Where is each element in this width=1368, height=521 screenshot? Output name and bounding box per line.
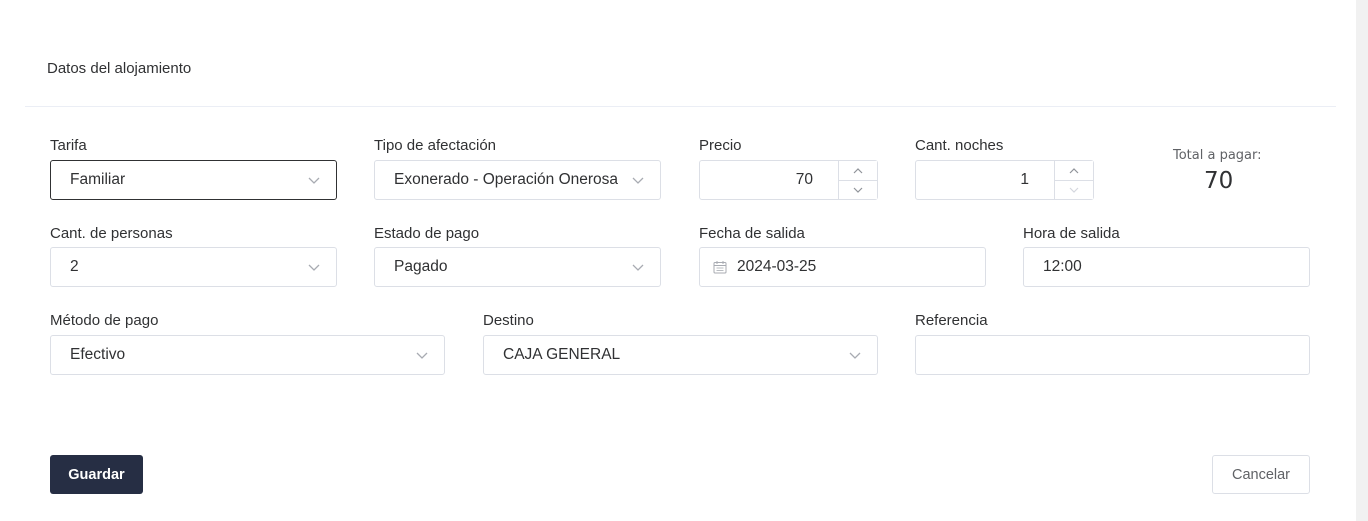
chevron-down-icon — [308, 264, 320, 271]
precio-label: Precio — [699, 137, 742, 154]
precio-value: 70 — [795, 171, 813, 188]
referencia-label: Referencia — [915, 312, 988, 329]
tarifa-value: Familiar — [70, 171, 126, 188]
precio-increase-button[interactable] — [839, 161, 877, 181]
cant-noches-label: Cant. noches — [915, 137, 1004, 154]
chevron-down-icon — [308, 177, 320, 184]
cant-noches-increase-button[interactable] — [1055, 161, 1093, 181]
tipo-afectacion-label: Tipo de afectación — [374, 137, 497, 154]
tarifa-label: Tarifa — [50, 137, 87, 154]
metodo-pago-select[interactable]: Efectivo — [50, 335, 445, 375]
cant-personas-select[interactable]: 2 — [50, 247, 337, 287]
precio-decrease-button[interactable] — [839, 180, 877, 199]
referencia-input[interactable] — [915, 335, 1310, 375]
estado-pago-value: Pagado — [394, 258, 448, 275]
fecha-salida-picker[interactable]: 2024-03-25 — [699, 247, 986, 287]
total-value: 70 — [1204, 168, 1234, 194]
estado-pago-select[interactable]: Pagado — [374, 247, 661, 287]
total-label: Total a pagar: — [1173, 148, 1262, 163]
chevron-up-icon — [853, 167, 863, 173]
metodo-pago-label: Método de pago — [50, 312, 159, 329]
scrollbar[interactable] — [1356, 0, 1368, 521]
chevron-up-icon — [1069, 167, 1079, 173]
hora-salida-input[interactable]: 12:00 — [1023, 247, 1310, 287]
cant-noches-stepper — [1054, 161, 1093, 199]
chevron-down-icon — [632, 264, 644, 271]
cancel-button[interactable]: Cancelar — [1212, 455, 1310, 494]
destino-value: CAJA GENERAL — [503, 346, 621, 363]
hora-salida-label: Hora de salida — [1023, 225, 1120, 242]
tarifa-select[interactable]: Familiar — [50, 160, 337, 200]
precio-stepper — [838, 161, 877, 199]
cant-noches-decrease-button[interactable] — [1055, 180, 1093, 199]
chevron-down-icon — [632, 177, 644, 184]
destino-select[interactable]: CAJA GENERAL — [483, 335, 878, 375]
fecha-salida-value: 2024-03-25 — [737, 258, 817, 275]
divider — [25, 106, 1336, 107]
card-title: Datos del alojamiento — [47, 60, 192, 77]
metodo-pago-value: Efectivo — [70, 346, 126, 363]
hora-salida-value: 12:00 — [1043, 258, 1082, 275]
save-button[interactable]: Guardar — [50, 455, 143, 494]
chevron-down-icon — [849, 352, 861, 359]
fecha-salida-label: Fecha de salida — [699, 225, 805, 242]
cant-personas-value: 2 — [70, 258, 79, 275]
cant-personas-label: Cant. de personas — [50, 225, 173, 242]
cant-noches-value: 1 — [1020, 171, 1029, 188]
chevron-down-icon — [1069, 187, 1079, 193]
calendar-icon — [713, 261, 727, 274]
cant-noches-input[interactable]: 1 — [915, 160, 1094, 200]
precio-input[interactable]: 70 — [699, 160, 878, 200]
tipo-afectacion-select[interactable]: Exonerado - Operación Onerosa — [374, 160, 661, 200]
estado-pago-label: Estado de pago — [374, 225, 480, 242]
chevron-down-icon — [416, 352, 428, 359]
chevron-down-icon — [853, 187, 863, 193]
destino-label: Destino — [483, 312, 534, 329]
tipo-afectacion-value: Exonerado - Operación Onerosa — [394, 171, 619, 188]
